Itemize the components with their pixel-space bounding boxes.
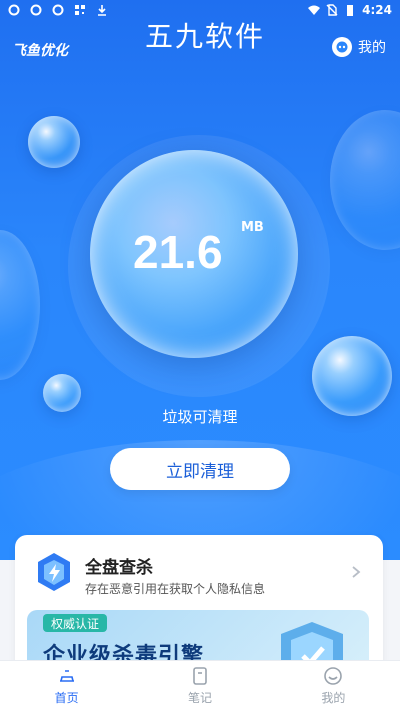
card-description: 存在恶意引用在获取个人隐私信息 [85, 582, 266, 596]
card-title: 全盘查杀 [85, 558, 153, 578]
tab-home[interactable]: 首页 [0, 661, 133, 711]
tab-notes[interactable]: 笔记 [133, 661, 266, 711]
smile-icon [324, 667, 343, 685]
tab-mine[interactable]: 我的 [267, 661, 400, 711]
watermark-text: 五九软件 [145, 20, 266, 53]
qr-icon [75, 5, 85, 15]
home-icon [59, 670, 74, 682]
me-button[interactable]: 我的 [332, 37, 386, 57]
wifi-icon [308, 5, 321, 15]
tab-label: 我的 [321, 691, 346, 705]
sync-icon [8, 4, 20, 16]
avatar-icon [332, 37, 352, 57]
tab-label: 笔记 [187, 691, 212, 705]
battery-icon [347, 5, 354, 16]
no-sim-icon [326, 4, 338, 16]
app-brand-logo: 飞鱼优化 [12, 43, 68, 59]
screen: 4:24 飞鱼优化 五九软件 我的 21.6 MB 垃圾可清理 立即清理 全盘查… [0, 0, 400, 711]
small-bubble-left [28, 116, 80, 168]
junk-size-value: 21.6 [133, 226, 223, 278]
bottom-tab-bar: 首页 笔记 我的 [0, 660, 400, 711]
certified-badge: 权威认证 [43, 614, 108, 632]
me-label: 我的 [358, 40, 386, 56]
status-time: 4:24 [362, 3, 392, 17]
tab-label: 首页 [54, 691, 79, 705]
note-icon [193, 667, 207, 685]
sync-icon [30, 4, 42, 16]
junk-size-unit: MB [241, 220, 264, 235]
shield-icon [38, 553, 70, 591]
chevron-right-icon[interactable] [349, 565, 363, 579]
clean-now-button[interactable]: 立即清理 [110, 448, 290, 490]
bubble-right [312, 336, 392, 416]
sync-icon [52, 4, 64, 16]
junk-label: 垃圾可清理 [162, 408, 238, 426]
download-icon [98, 5, 106, 16]
